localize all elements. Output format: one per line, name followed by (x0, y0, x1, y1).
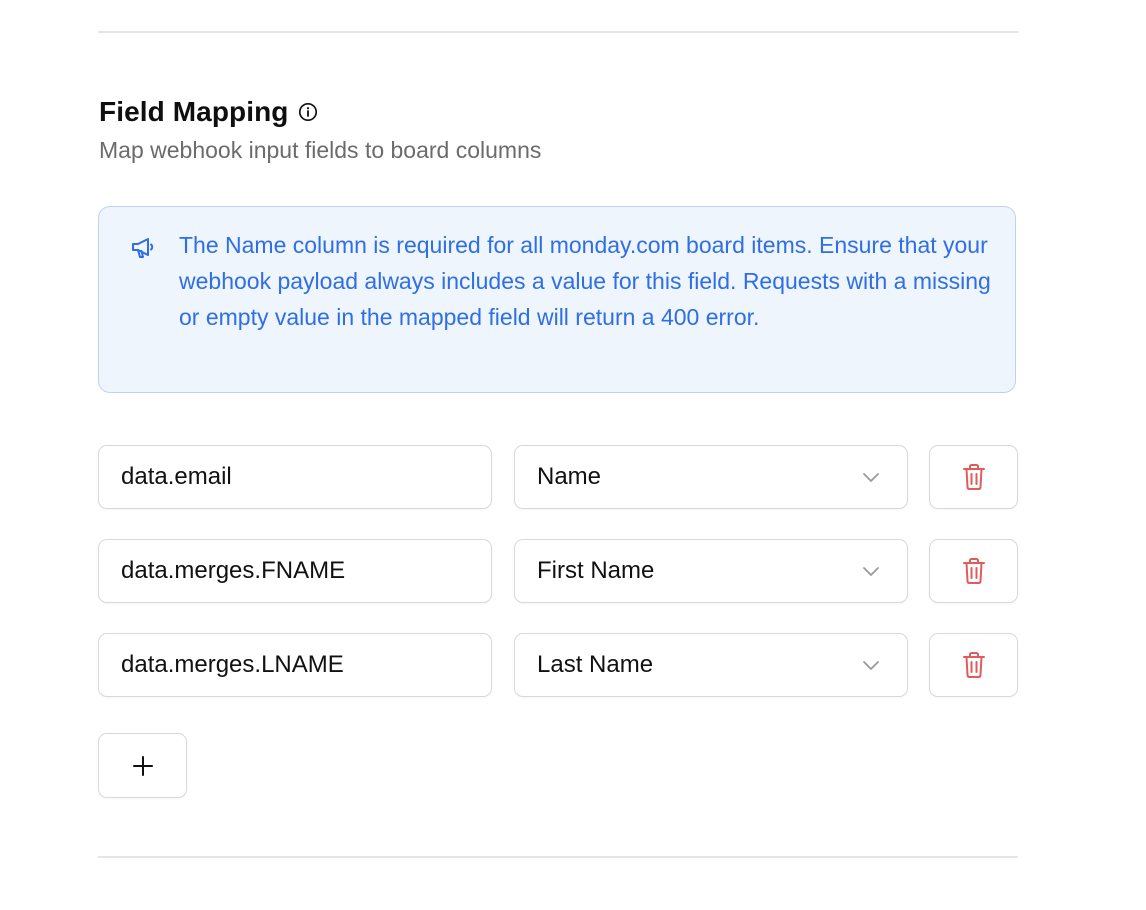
source-field-value: data.merges.LNAME (121, 651, 344, 678)
trash-icon (962, 464, 985, 490)
source-field-input[interactable]: data.email (98, 445, 492, 509)
target-column-select[interactable]: Name (514, 445, 908, 509)
notice-text: The Name column is required for all mond… (179, 232, 991, 330)
section-title: Field Mapping (99, 96, 289, 127)
target-column-select[interactable]: Last Name (514, 633, 908, 697)
delete-mapping-button[interactable] (929, 445, 1018, 509)
mapping-row: data.merges.FNAME First Name (98, 539, 1018, 603)
target-column-select[interactable]: First Name (514, 539, 908, 603)
chevron-down-icon (863, 661, 879, 670)
delete-mapping-button[interactable] (929, 633, 1018, 697)
top-divider (98, 31, 1018, 33)
mapping-row: data.merges.LNAME Last Name (98, 633, 1018, 697)
trash-icon (962, 652, 985, 678)
info-icon[interactable] (297, 101, 319, 123)
trash-icon (962, 558, 985, 584)
source-field-input[interactable]: data.merges.FNAME (98, 539, 492, 603)
plus-icon (132, 755, 153, 776)
chevron-down-icon (863, 473, 879, 482)
source-field-value: data.email (121, 463, 232, 490)
source-field-input[interactable]: data.merges.LNAME (98, 633, 492, 697)
target-column-value: Last Name (537, 651, 654, 678)
info-notice: The Name column is required for all mond… (98, 206, 1016, 393)
target-column-value: First Name (537, 557, 655, 584)
section-heading: Field Mapping (99, 94, 319, 130)
bottom-divider (98, 856, 1018, 858)
mapping-row: data.email Name (98, 445, 1018, 509)
add-mapping-button[interactable] (98, 733, 187, 798)
chevron-down-icon (863, 567, 879, 576)
field-mapping-page: Field Mapping Map webhook input fields t… (0, 0, 1146, 910)
section-subtitle: Map webhook input fields to board column… (99, 137, 542, 163)
megaphone-icon (129, 233, 157, 261)
target-column-value: Name (537, 463, 602, 490)
delete-mapping-button[interactable] (929, 539, 1018, 603)
source-field-value: data.merges.FNAME (121, 557, 346, 584)
